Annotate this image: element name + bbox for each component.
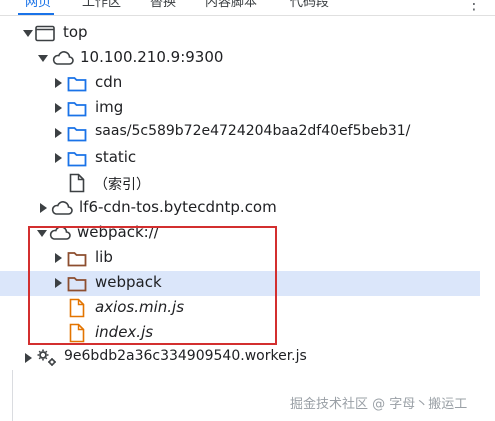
- more-options-icon[interactable]: ⋮: [466, 0, 482, 13]
- folder-icon: [67, 152, 87, 167]
- gears-icon: [37, 349, 56, 366]
- tree-item-label: static: [95, 148, 137, 166]
- tree-item-origin-cdn[interactable]: lf6-cdn-tos.bytecdntp.com: [0, 196, 480, 221]
- tree-item-folder-img[interactable]: img: [0, 96, 480, 121]
- collapse-arrow-icon[interactable]: [55, 78, 62, 88]
- tree-item-origin[interactable]: 10.100.210.9:9300: [0, 46, 480, 71]
- collapse-arrow-icon[interactable]: [55, 278, 62, 288]
- tree-item-label: top: [63, 23, 88, 41]
- tree-item-worker[interactable]: 9e6bdb2a36c334909540.worker.js: [0, 346, 480, 371]
- tree-item-index[interactable]: （索引）: [0, 171, 480, 196]
- collapse-arrow-icon[interactable]: [55, 253, 62, 263]
- tree-item-file-index-js[interactable]: index.js: [0, 321, 480, 346]
- folder-icon: [67, 252, 87, 267]
- tree-guide-line: [12, 370, 13, 421]
- tree-item-label: webpack: [95, 273, 162, 291]
- cloud-icon: [49, 226, 71, 240]
- file-icon: [69, 173, 85, 193]
- tree-item-label: webpack://: [77, 223, 159, 241]
- tab-overrides[interactable]: 替换: [150, 0, 176, 14]
- tree-item-label: img: [95, 98, 124, 116]
- expand-arrow-icon[interactable]: [37, 230, 47, 237]
- folder-icon: [67, 102, 87, 117]
- navigator-tabs: 网页 工作区 替换 内容脚本 代码段 ⋮: [0, 0, 495, 16]
- tree-item-label: 9e6bdb2a36c334909540.worker.js: [64, 348, 307, 364]
- cloud-icon: [51, 201, 73, 215]
- tree-item-label: cdn: [95, 73, 123, 91]
- tree-item-top[interactable]: top: [0, 21, 480, 46]
- folder-icon: [67, 277, 87, 292]
- collapse-arrow-icon[interactable]: [25, 353, 32, 363]
- expand-arrow-icon[interactable]: [38, 55, 48, 62]
- tree-item-label: lf6-cdn-tos.bytecdntp.com: [79, 198, 277, 216]
- tree-item-label: index.js: [95, 323, 154, 341]
- expand-arrow-icon[interactable]: [23, 30, 33, 37]
- tab-snippets[interactable]: 代码段: [290, 0, 329, 14]
- tree-item-folder-cdn[interactable]: cdn: [0, 71, 480, 96]
- cloud-icon: [52, 51, 74, 65]
- collapse-arrow-icon[interactable]: [55, 128, 62, 138]
- tree-item-file-axios[interactable]: axios.min.js: [0, 296, 480, 321]
- tree-item-folder-webpack[interactable]: webpack: [0, 271, 480, 296]
- folder-icon: [67, 77, 87, 92]
- folder-icon: [67, 127, 87, 142]
- tree-item-label: lib: [95, 248, 113, 266]
- tab-content-scripts[interactable]: 内容脚本: [205, 0, 257, 14]
- tree-item-folder-lib[interactable]: lib: [0, 246, 480, 271]
- active-tab-indicator: [18, 13, 54, 15]
- tree-item-folder-static[interactable]: static: [0, 146, 480, 171]
- tab-workspace[interactable]: 工作区: [82, 0, 121, 14]
- watermark-text: 掘金技术社区 @ 字母丶搬运工: [290, 397, 468, 412]
- js-file-icon: [69, 298, 85, 318]
- js-file-icon: [69, 323, 85, 343]
- tree-item-label: 10.100.210.9:9300: [80, 48, 224, 66]
- tab-page[interactable]: 网页: [25, 0, 51, 14]
- collapse-arrow-icon[interactable]: [40, 203, 47, 213]
- tree-item-label: （索引）: [94, 177, 150, 193]
- tree-item-folder-saas[interactable]: saas/5c589b72e4724204baa2df40ef5beb31/: [0, 121, 480, 146]
- collapse-arrow-icon[interactable]: [55, 153, 62, 163]
- tree-item-label: axios.min.js: [95, 298, 185, 316]
- tree-item-webpack-origin[interactable]: webpack://: [0, 221, 480, 246]
- collapse-arrow-icon[interactable]: [55, 103, 62, 113]
- frame-icon: [35, 25, 55, 42]
- tree-item-label: saas/5c589b72e4724204baa2df40ef5beb31/: [95, 123, 411, 139]
